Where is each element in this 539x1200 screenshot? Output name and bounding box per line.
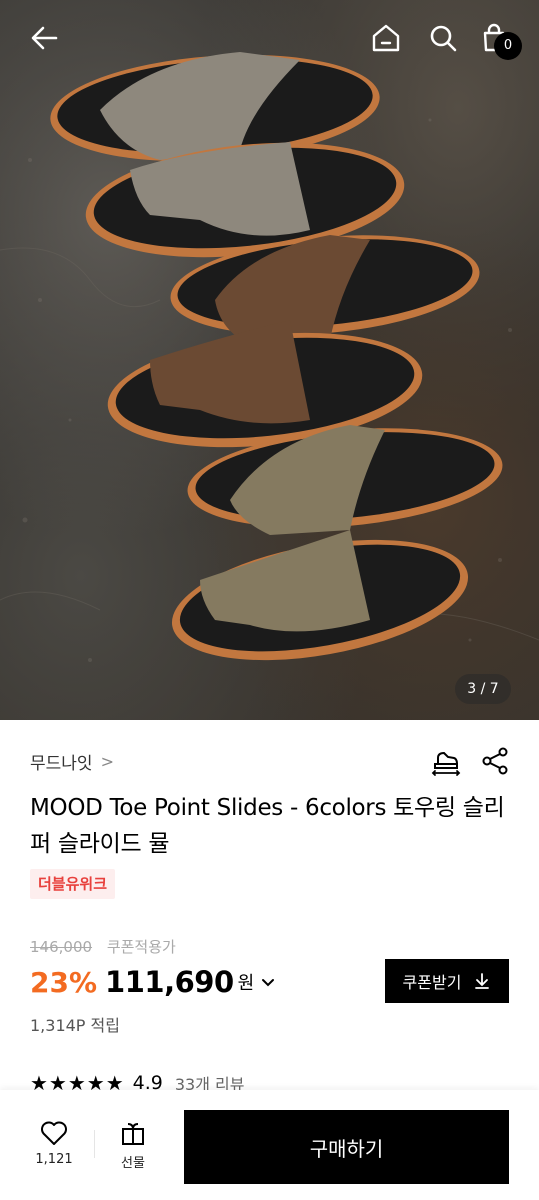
brand-link[interactable]: 무드나잇 xyxy=(30,749,93,774)
buy-label: 구매하기 xyxy=(309,1136,384,1161)
reward-points: 1,314P 적립 xyxy=(30,1016,120,1035)
back-button[interactable] xyxy=(24,18,64,58)
discount-rate: 23% xyxy=(30,965,98,999)
share-icon[interactable] xyxy=(480,746,510,776)
cart-count-badge: 0 xyxy=(494,32,522,60)
bottom-action-bar: 1,121 선물 구매하기 xyxy=(0,1090,539,1200)
gift-button[interactable]: 선물 xyxy=(103,1120,163,1180)
gift-icon xyxy=(122,1123,144,1145)
image-page-indicator: 3 / 7 xyxy=(455,674,511,704)
brand-row: 무드나잇 > xyxy=(30,746,510,776)
buy-button[interactable]: 구매하기 xyxy=(184,1110,509,1184)
chevron-right-icon: > xyxy=(100,751,114,771)
product-photo xyxy=(0,52,539,662)
like-button[interactable]: 1,121 xyxy=(24,1120,84,1180)
product-title: MOOD Toe Point Slides - 6colors 토우링 슬리퍼 … xyxy=(30,795,505,857)
sale-price: 111,690 xyxy=(105,965,234,999)
download-icon xyxy=(475,973,490,989)
top-navigation xyxy=(0,0,539,80)
like-count: 1,121 xyxy=(35,1152,73,1167)
size-guide-icon[interactable] xyxy=(430,746,462,778)
get-coupon-label: 쿠폰받기 xyxy=(402,973,462,992)
original-price-row: 146,000 쿠폰적용가 xyxy=(30,936,176,957)
price-row[interactable]: 23% 111,690 원 xyxy=(30,962,276,1002)
currency-label: 원 xyxy=(237,973,255,994)
product-image-gallery[interactable]: 0 3 / 7 xyxy=(0,0,539,720)
coupon-price-note: 쿠폰적용가 xyxy=(106,938,176,956)
original-price: 146,000 xyxy=(30,938,93,956)
home-button[interactable] xyxy=(366,18,406,58)
search-button[interactable] xyxy=(423,18,463,58)
get-coupon-button[interactable]: 쿠폰받기 xyxy=(385,959,509,1003)
heart-icon xyxy=(41,1121,67,1145)
arrow-left-icon xyxy=(31,26,58,50)
gift-label: 선물 xyxy=(121,1156,145,1171)
event-tag: 더블유위크 xyxy=(30,869,116,899)
search-icon xyxy=(430,25,457,52)
action-icons xyxy=(430,746,510,778)
divider xyxy=(94,1130,95,1158)
chevron-down-icon[interactable] xyxy=(260,974,276,990)
home-icon xyxy=(372,24,400,52)
